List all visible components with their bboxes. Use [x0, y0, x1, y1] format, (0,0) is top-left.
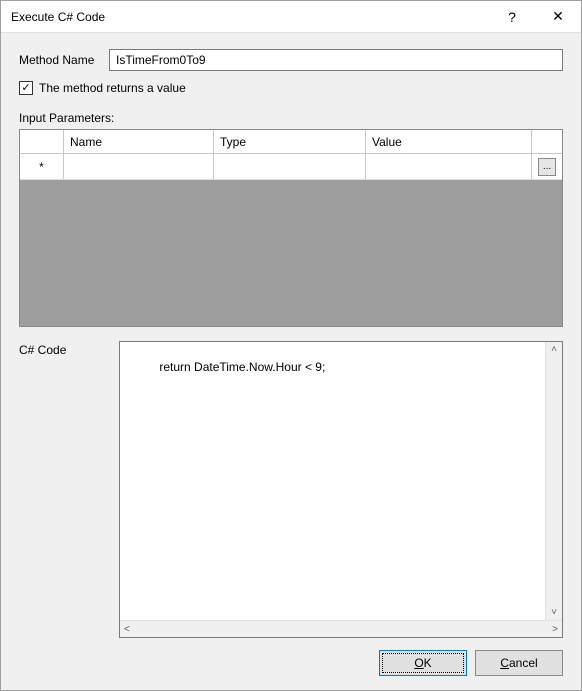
- returns-value-row: ✓ The method returns a value: [19, 81, 563, 95]
- help-icon: ?: [508, 9, 516, 25]
- method-name-input[interactable]: [109, 49, 563, 71]
- code-content: return DateTime.Now.Hour < 9;: [159, 360, 325, 374]
- code-editor: return DateTime.Now.Hour < 9; ˄ ˅ ˂ ˃: [119, 341, 563, 638]
- code-row: C# Code return DateTime.Now.Hour < 9; ˄ …: [19, 341, 563, 638]
- dialog-buttons: OK Cancel: [19, 650, 563, 676]
- grid-cell-name[interactable]: [64, 154, 214, 179]
- grid-header-row: Name Type Value: [20, 130, 562, 154]
- help-button[interactable]: ?: [489, 1, 535, 33]
- code-label: C# Code: [19, 341, 109, 638]
- parameters-grid[interactable]: Name Type Value * ...: [19, 129, 563, 327]
- scroll-right-icon[interactable]: ˃: [548, 622, 562, 637]
- vertical-scrollbar[interactable]: ˄ ˅: [545, 342, 562, 620]
- grid-cell-value[interactable]: [366, 154, 532, 179]
- close-button[interactable]: ✕: [535, 1, 581, 33]
- input-parameters-label: Input Parameters:: [19, 111, 563, 125]
- window-title: Execute C# Code: [11, 10, 489, 24]
- returns-value-checkbox[interactable]: ✓: [19, 81, 33, 95]
- ellipsis-icon: ...: [543, 161, 551, 172]
- grid-row-indicator: *: [20, 154, 64, 179]
- checkmark-icon: ✓: [21, 83, 30, 94]
- ellipsis-button[interactable]: ...: [538, 158, 556, 176]
- ok-button[interactable]: OK: [379, 650, 467, 676]
- horizontal-scrollbar[interactable]: ˂ ˃: [120, 620, 562, 637]
- cancel-button[interactable]: Cancel: [475, 650, 563, 676]
- method-name-label: Method Name: [19, 53, 109, 67]
- grid-header-name[interactable]: Name: [64, 130, 214, 153]
- returns-value-label: The method returns a value: [39, 81, 186, 95]
- scroll-up-icon[interactable]: ˄: [547, 342, 561, 357]
- dialog-content: Method Name ✓ The method returns a value…: [1, 33, 581, 690]
- dialog-window: Execute C# Code ? ✕ Method Name ✓ The me…: [0, 0, 582, 691]
- grid-header-type[interactable]: Type: [214, 130, 366, 153]
- grid-header-indicator: [20, 130, 64, 153]
- close-icon: ✕: [552, 8, 564, 25]
- grid-body: * ...: [20, 154, 562, 180]
- grid-header-value[interactable]: Value: [366, 130, 532, 153]
- code-textarea[interactable]: return DateTime.Now.Hour < 9; ˄ ˅: [120, 342, 562, 620]
- scroll-left-icon[interactable]: ˂: [120, 622, 134, 637]
- grid-cell-type[interactable]: [214, 154, 366, 179]
- grid-header-end: [532, 130, 562, 153]
- method-name-row: Method Name: [19, 49, 563, 71]
- grid-cell-action: ...: [532, 154, 562, 179]
- grid-new-row[interactable]: * ...: [20, 154, 562, 180]
- titlebar: Execute C# Code ? ✕: [1, 1, 581, 33]
- scroll-down-icon[interactable]: ˅: [547, 605, 561, 620]
